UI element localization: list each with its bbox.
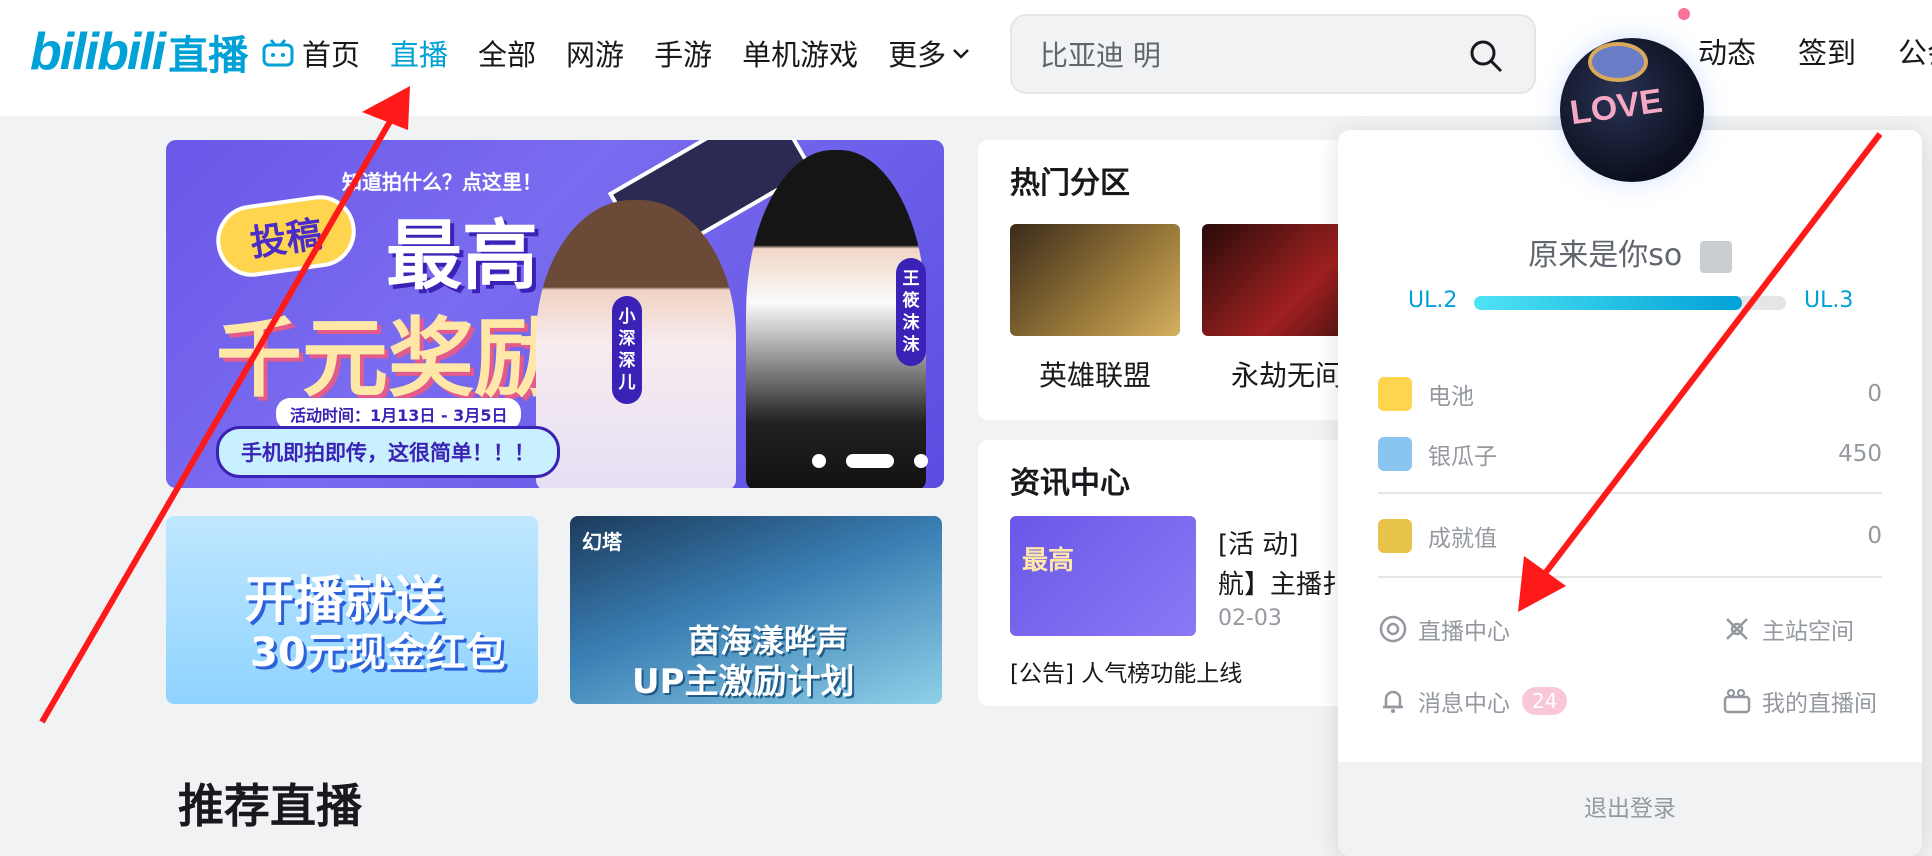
banner-name-2: 王筱沫沫 — [896, 258, 926, 366]
news-announcement[interactable]: [公告] 人气榜功能上线 — [1010, 654, 1242, 688]
logo-live-text: 直播 — [168, 33, 249, 79]
battery-icon — [1378, 377, 1412, 411]
avatar-love-text: LOVE — [1567, 81, 1665, 133]
row-silver-seeds: 银瓜子 450 — [1378, 434, 1882, 474]
message-center-link[interactable]: 消息中心 24 — [1378, 684, 1568, 718]
news-thumb-text: 最高 — [1022, 546, 1075, 576]
search-box[interactable] — [1010, 14, 1536, 94]
divider — [1378, 576, 1882, 578]
my-live-room-label: 我的直播间 — [1762, 691, 1877, 717]
bilibili-live-logo[interactable]: bilibili 直播 — [30, 22, 248, 82]
my-live-room-link[interactable]: 我的直播间 — [1722, 684, 1877, 718]
banner-hint: 知道拍什么？点这里！ — [342, 170, 542, 194]
nav-item-more[interactable]: 更多 — [888, 32, 972, 74]
live-center-icon — [1379, 615, 1407, 643]
message-count-badge: 24 — [1522, 687, 1568, 715]
news-thumbnail[interactable]: 最高 — [1010, 516, 1196, 636]
promo-game-logo: 幻塔 — [582, 530, 622, 554]
row-battery: 电池 0 — [1378, 374, 1882, 414]
main-space-link[interactable]: 主站空间 — [1722, 612, 1854, 646]
link-sign-in[interactable]: 签到 — [1798, 30, 1856, 72]
game-cover — [1010, 224, 1180, 336]
main-banner[interactable]: 知道拍什么？点这里！ 最高 投稿 千元奖励! 小深深儿 王筱沫沫 活动时间：1月… — [166, 140, 944, 488]
nav-item-home[interactable]: 首页 — [262, 32, 360, 74]
banner-name-1: 小深深儿 — [612, 296, 642, 404]
user-avatar[interactable]: LOVE — [1560, 38, 1704, 182]
nav-item-all[interactable]: 全部 — [478, 32, 536, 74]
logo-bilibili-text: bilibili — [30, 23, 166, 81]
username-line: 原来是你so — [1338, 230, 1922, 274]
row-value: 0 — [1867, 381, 1882, 407]
news-tag: [活 动] — [1218, 530, 1299, 560]
news-headline[interactable]: 航】主播扌 — [1218, 564, 1348, 601]
promo-line-2: UP主激励计划 — [632, 662, 855, 702]
username: 原来是你so — [1528, 238, 1683, 273]
carousel-dot[interactable] — [914, 454, 928, 468]
carousel-dot-active[interactable] — [846, 454, 894, 468]
hot-categories-card: 热门分区 英雄联盟 永劫无间 — [978, 140, 1398, 420]
news-center-card: 资讯中心 最高 [活 动] 航】主播扌 02-03 [公告] 人气榜功能上线 — [978, 440, 1398, 706]
nav-item-single-player[interactable]: 单机游戏 — [742, 32, 858, 74]
level-next: UL.3 — [1804, 288, 1854, 313]
logout-button[interactable]: 退出登录 — [1338, 762, 1922, 856]
medal-icon — [1378, 519, 1412, 553]
live-center-link[interactable]: 直播中心 — [1378, 612, 1510, 646]
tv-icon — [262, 39, 294, 67]
nav-label-home: 首页 — [302, 38, 361, 72]
user-dropdown-panel: 原来是你so UL.2 UL.3 电池 0 银瓜子 450 成就值 0 直播中心… — [1338, 130, 1922, 856]
row-label: 成就值 — [1428, 526, 1497, 552]
planet-graphic — [1588, 42, 1648, 82]
search-icon[interactable] — [1468, 38, 1504, 74]
live-center-label: 直播中心 — [1418, 619, 1510, 645]
game-card-lol[interactable]: 英雄联盟 — [1010, 224, 1180, 394]
link-dynamics[interactable]: 动态 — [1698, 30, 1756, 72]
chevron-down-icon — [953, 49, 969, 59]
banner-slogan: 手机即拍即传，这很简单！！！ — [216, 426, 560, 478]
section-title-recommended: 推荐直播 — [178, 779, 362, 833]
nav-item-live[interactable]: 直播 — [390, 32, 448, 74]
divider — [1378, 492, 1882, 494]
main-nav: 首页 直播 全部 网游 手游 单机游戏 更多 — [262, 28, 1002, 78]
promo-banner-red-packet[interactable]: 开播就送 30元现金红包 — [166, 516, 538, 704]
nav-item-online-games[interactable]: 网游 — [566, 32, 624, 74]
message-center-label: 消息中心 — [1418, 691, 1510, 717]
promo-line-2: 30元现金红包 — [250, 630, 506, 676]
main-space-label: 主站空间 — [1762, 619, 1854, 645]
bell-icon — [1383, 690, 1403, 713]
promo-banner-up-incentive[interactable]: 幻塔 茵海漾晔声 UP主激励计划 — [570, 516, 942, 704]
link-guild[interactable]: 公会 — [1898, 30, 1932, 72]
row-value: 450 — [1838, 441, 1882, 467]
silver-seed-icon — [1378, 437, 1412, 471]
search-input[interactable] — [1040, 34, 1440, 74]
row-label: 银瓜子 — [1428, 444, 1497, 470]
header-right-links: 动态 签到 公会 — [1698, 30, 1932, 72]
row-achievement: 成就值 0 — [1378, 516, 1882, 556]
news-center-title: 资讯中心 — [1010, 466, 1130, 501]
level-progress-bar — [1474, 296, 1786, 310]
banner-tag: 投稿 — [211, 190, 361, 282]
level-current: UL.2 — [1408, 288, 1458, 313]
game-name: 英雄联盟 — [1038, 359, 1151, 392]
row-value: 0 — [1867, 523, 1882, 549]
notification-dot — [1678, 8, 1690, 20]
camera-icon — [1723, 688, 1751, 714]
carousel-dot[interactable] — [812, 454, 826, 468]
row-label: 电池 — [1428, 384, 1474, 410]
level-progress-fill — [1474, 296, 1743, 310]
main-space-icon — [1726, 618, 1748, 640]
news-date: 02-03 — [1218, 606, 1282, 631]
vip-badge-icon — [1699, 240, 1732, 273]
carousel-dots — [802, 454, 938, 468]
hot-categories-title: 热门分区 — [1010, 166, 1130, 201]
nav-item-mobile-games[interactable]: 手游 — [654, 32, 712, 74]
nav-label-more: 更多 — [888, 38, 947, 72]
